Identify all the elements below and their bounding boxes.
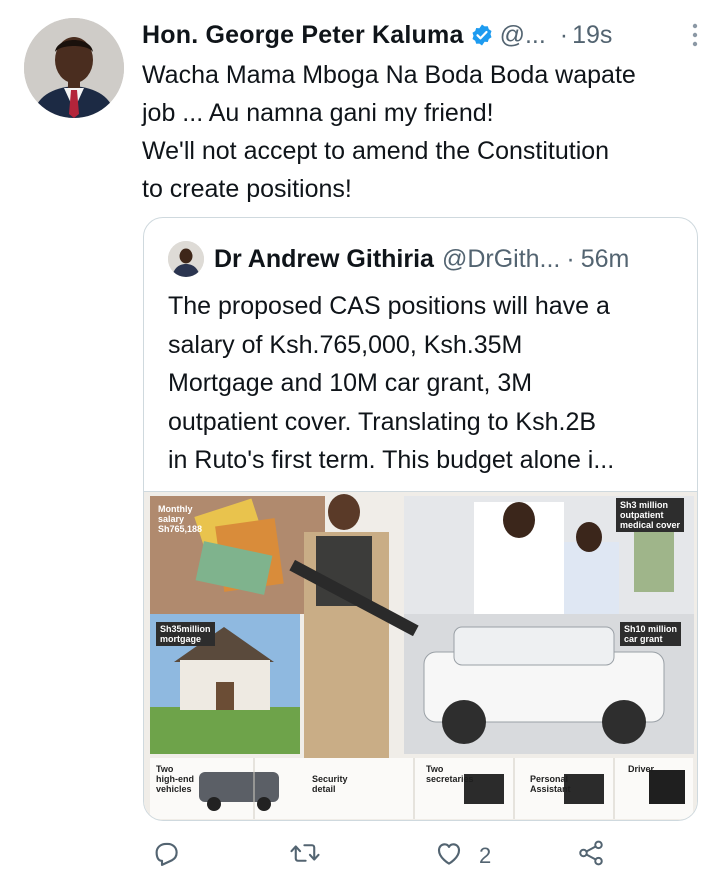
quote-header: Dr Andrew Githiria @DrGith... · 56m bbox=[144, 218, 697, 280]
tweet-text: Wacha Mama Mboga Na Boda Boda wapate job… bbox=[142, 61, 636, 203]
like-button[interactable]: 2 bbox=[433, 838, 491, 873]
quote-separator-dot: · bbox=[566, 244, 575, 273]
tweet: Hon. George Peter Kaluma @... · 19s Wach… bbox=[142, 14, 704, 208]
verified-badge-icon bbox=[470, 23, 494, 47]
quote-author-avatar bbox=[168, 241, 204, 277]
share-button[interactable] bbox=[575, 838, 607, 873]
quote-text: The proposed CAS positions will have a s… bbox=[168, 292, 615, 474]
tweet-timestamp[interactable]: 19s bbox=[572, 21, 612, 50]
quote-author-name: Dr Andrew Githiria bbox=[214, 244, 434, 273]
media-caption-vehicles: Two high-end vehicles bbox=[156, 764, 194, 794]
separator-dot: · bbox=[559, 20, 569, 49]
media-caption-assistant: Personal Assistant bbox=[530, 774, 571, 794]
more-vertical-icon[interactable] bbox=[686, 22, 704, 48]
like-count: 2 bbox=[479, 842, 492, 868]
media-caption-security: Security detail bbox=[312, 774, 348, 794]
media-caption-secretaries: Two secretaries bbox=[426, 764, 474, 784]
media-caption-car-grant: Sh10 million car grant bbox=[620, 622, 682, 646]
quote-author-handle: @DrGith... bbox=[441, 244, 561, 273]
quoted-tweet-card[interactable]: Dr Andrew Githiria @DrGith... · 56m The … bbox=[143, 217, 698, 821]
author-name[interactable]: Hon. George Peter Kaluma bbox=[142, 21, 464, 50]
reply-icon bbox=[151, 838, 181, 873]
media-caption-salary: Monthly salary Sh765,188 bbox=[158, 504, 203, 534]
reply-button[interactable] bbox=[151, 838, 181, 873]
tweet-action-bar: 2 bbox=[143, 838, 703, 878]
author-avatar[interactable] bbox=[24, 18, 124, 118]
media-caption-medical: Sh3 million outpatient medical cover bbox=[616, 498, 685, 532]
heart-icon bbox=[433, 838, 465, 873]
media-caption-driver: Driver bbox=[628, 764, 655, 774]
quote-timestamp: 56m bbox=[580, 244, 630, 273]
tweet-header: Hon. George Peter Kaluma @... · 19s bbox=[142, 14, 704, 56]
quote-media-image[interactable]: Monthly salary Sh765,188 Sh3 million out… bbox=[144, 491, 697, 820]
retweet-button[interactable] bbox=[289, 838, 321, 873]
retweet-icon bbox=[289, 838, 321, 873]
share-icon bbox=[575, 838, 607, 873]
author-handle[interactable]: @... bbox=[500, 21, 546, 50]
media-caption-mortgage: Sh35million mortgage bbox=[156, 622, 215, 646]
